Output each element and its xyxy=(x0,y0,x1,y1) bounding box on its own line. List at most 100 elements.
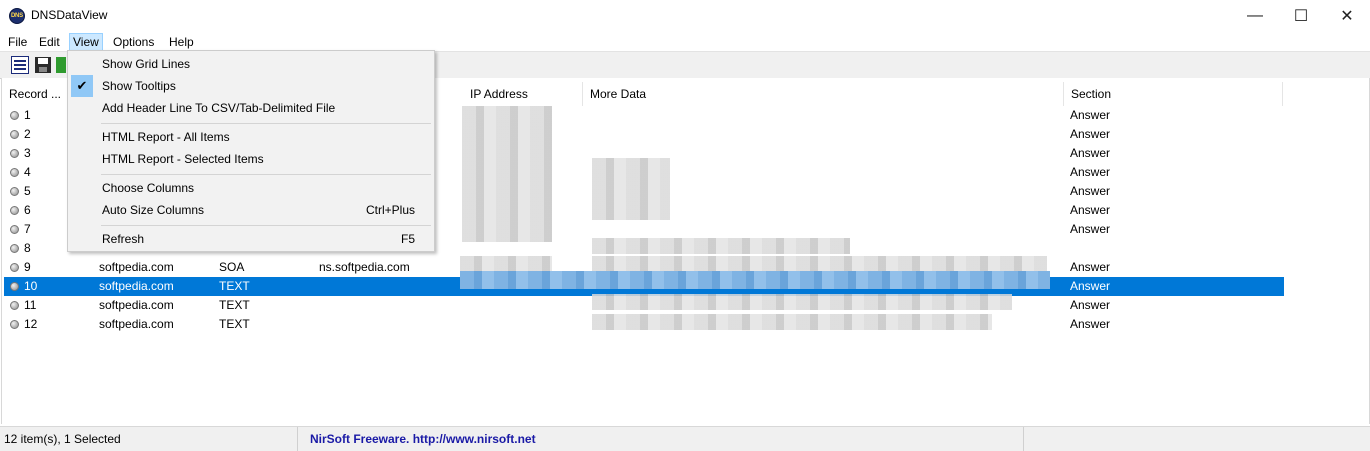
save-icon xyxy=(35,57,51,73)
record-status-icon xyxy=(10,263,19,272)
section-cell: Answer xyxy=(1070,203,1111,217)
record-status-icon xyxy=(10,130,19,139)
menu-options[interactable]: Options xyxy=(110,33,157,51)
section-cell: Answer xyxy=(1070,127,1111,141)
record-number-cell: 4 xyxy=(24,165,31,179)
section-cell: Answer xyxy=(1070,165,1111,179)
menu-item-choose-columns[interactable]: Choose Columns xyxy=(69,177,433,199)
record-status-icon xyxy=(10,206,19,215)
save-button[interactable] xyxy=(34,56,52,74)
menu-item-label: Show Tooltips xyxy=(102,79,176,93)
section-cell: Answer xyxy=(1070,298,1111,312)
menu-item-show-tooltips[interactable]: ✔ Show Tooltips xyxy=(69,75,433,97)
redacted-selected-row xyxy=(460,271,1050,289)
maximize-icon: ☐ xyxy=(1293,7,1309,25)
record-number-cell: 11 xyxy=(24,298,37,312)
record-number-cell: 7 xyxy=(24,222,31,236)
refresh-icon xyxy=(56,57,66,73)
record-number-cell: 9 xyxy=(24,260,31,274)
record-number-cell: 1 xyxy=(24,108,31,122)
record-status-icon xyxy=(10,244,19,253)
menu-item-shortcut: F5 xyxy=(400,232,415,246)
menu-item-label: Show Grid Lines xyxy=(102,57,191,71)
redacted-data-block xyxy=(592,158,670,220)
checkmark-icon: ✔ xyxy=(71,75,93,97)
record-type-cell: TEXT xyxy=(219,298,250,312)
menu-view[interactable]: View xyxy=(69,33,103,51)
menu-item-label: Refresh xyxy=(102,232,145,246)
redacted-data-row8 xyxy=(592,238,850,254)
column-header-more-data[interactable]: More Data xyxy=(583,82,1064,106)
nirsoft-link[interactable]: NirSoft Freeware. http://www.nirsoft.net xyxy=(306,427,1024,451)
minimize-icon: — xyxy=(1247,6,1263,24)
record-status-icon xyxy=(10,225,19,234)
record-status-icon xyxy=(10,187,19,196)
menu-item-refresh[interactable]: Refresh F5 xyxy=(69,228,433,250)
column-header-ip-address[interactable]: IP Address xyxy=(463,82,583,106)
menu-bar: File Edit View Options Help xyxy=(0,31,1370,51)
menu-help[interactable]: Help xyxy=(166,33,197,51)
host-name-cell: softpedia.com xyxy=(99,317,174,331)
column-header-record[interactable]: Record ... xyxy=(2,82,69,106)
redacted-ip-row9 xyxy=(460,256,552,272)
record-number-cell: 5 xyxy=(24,184,31,198)
title-bar: DNS DNSDataView — ☐ ✕ xyxy=(0,0,1370,31)
view-menu-dropdown: Show Grid Lines ✔ Show Tooltips Add Head… xyxy=(67,50,435,252)
menu-item-add-header-line[interactable]: Add Header Line To CSV/Tab-Delimited Fil… xyxy=(69,97,433,119)
close-button[interactable]: ✕ xyxy=(1324,0,1370,31)
properties-button[interactable] xyxy=(11,56,29,74)
status-bar: 12 item(s), 1 Selected NirSoft Freeware.… xyxy=(0,426,1370,451)
section-cell: Answer xyxy=(1070,222,1111,236)
menu-item-auto-size-columns[interactable]: Auto Size Columns Ctrl+Plus xyxy=(69,199,433,221)
menu-separator xyxy=(101,225,431,226)
menu-separator xyxy=(101,174,431,175)
record-type-cell: TEXT xyxy=(219,317,250,331)
close-icon: ✕ xyxy=(1340,7,1354,25)
section-cell: Answer xyxy=(1070,260,1111,274)
record-type-cell: TEXT xyxy=(219,279,250,293)
menu-item-label: Auto Size Columns xyxy=(102,203,205,217)
record-number-cell: 3 xyxy=(24,146,31,160)
record-status-icon xyxy=(10,320,19,329)
section-cell: Answer xyxy=(1070,279,1111,293)
menu-item-label: Choose Columns xyxy=(102,181,195,195)
section-cell: Answer xyxy=(1070,146,1111,160)
record-status-icon xyxy=(10,111,19,120)
redacted-ip-block xyxy=(462,106,552,242)
properties-icon xyxy=(14,60,26,70)
host-name-cell: softpedia.com xyxy=(99,298,174,312)
status-item-count: 12 item(s), 1 Selected xyxy=(0,427,298,451)
section-cell: Answer xyxy=(1070,108,1111,122)
section-cell: Answer xyxy=(1070,184,1111,198)
menu-item-label: HTML Report - All Items xyxy=(102,130,230,144)
menu-item-html-report-selected[interactable]: HTML Report - Selected Items xyxy=(69,148,433,170)
record-status-icon xyxy=(10,282,19,291)
menu-item-shortcut: Ctrl+Plus xyxy=(365,203,415,217)
maximize-button[interactable]: ☐ xyxy=(1278,0,1324,31)
status-empty-panel xyxy=(1024,427,1370,451)
menu-item-label: Add Header Line To CSV/Tab-Delimited Fil… xyxy=(102,101,336,115)
record-type-cell: SOA xyxy=(219,260,245,274)
record-number-cell: 2 xyxy=(24,127,31,141)
record-number-cell: 12 xyxy=(24,317,38,331)
record-data-cell: ns.softpedia.com xyxy=(319,260,410,274)
menu-item-html-report-all[interactable]: HTML Report - All Items xyxy=(69,126,433,148)
record-status-icon xyxy=(10,301,19,310)
menu-edit[interactable]: Edit xyxy=(36,33,63,51)
redacted-data-row9 xyxy=(592,256,1047,272)
redacted-data-row11 xyxy=(592,294,1012,310)
redacted-data-row12 xyxy=(592,314,992,330)
column-header-section[interactable]: Section xyxy=(1064,82,1283,106)
host-name-cell: softpedia.com xyxy=(99,279,174,293)
record-number-cell: 6 xyxy=(24,203,31,217)
window-title: DNSDataView xyxy=(31,8,108,22)
menu-item-label: HTML Report - Selected Items xyxy=(102,152,264,166)
record-status-icon xyxy=(10,149,19,158)
menu-item-show-grid-lines[interactable]: Show Grid Lines xyxy=(69,53,433,75)
record-status-icon xyxy=(10,168,19,177)
dns-app-icon: DNS xyxy=(9,8,25,24)
menu-file[interactable]: File xyxy=(5,33,30,51)
record-number-cell: 10 xyxy=(24,279,38,293)
host-name-cell: softpedia.com xyxy=(99,260,174,274)
minimize-button[interactable]: — xyxy=(1232,0,1278,31)
